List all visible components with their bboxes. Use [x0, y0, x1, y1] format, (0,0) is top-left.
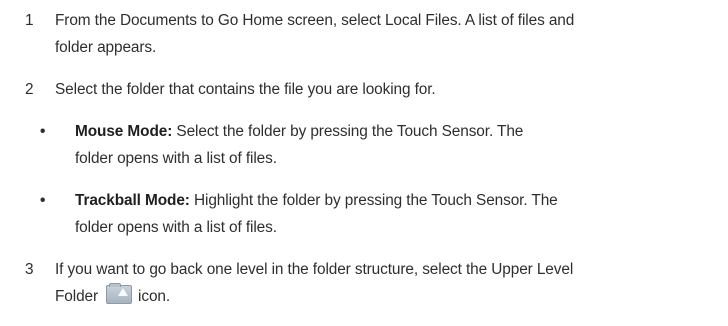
bullet-icon: •: [40, 123, 46, 140]
step-line-end: icon.: [138, 288, 171, 305]
bullet-icon: •: [40, 192, 46, 209]
step-text: Select the folder that contains the file…: [55, 76, 720, 103]
step-number: 2: [25, 81, 34, 98]
bullet-trackball-mode: • Trackball Mode: Highlight the folder b…: [0, 187, 673, 241]
step-number: 1: [25, 12, 34, 29]
step-3: 3 If you want to go back one level in th…: [0, 256, 728, 310]
step-1: 1 From the Documents to Go Home screen, …: [0, 7, 728, 61]
bullet-mouse-mode: • Mouse Mode: Select the folder by press…: [0, 118, 673, 172]
bullet-line: folder opens with a list of files.: [75, 219, 277, 236]
step-line-start: Folder: [55, 288, 99, 305]
bullet-line: Trackball Mode: Highlight the folder by …: [75, 187, 673, 214]
bullet-text: Mouse Mode: Select the folder by pressin…: [75, 118, 673, 172]
step-line: Select the folder that contains the file…: [55, 81, 436, 98]
step-number: 3: [25, 261, 34, 278]
step-line: Folder icon.: [55, 283, 720, 310]
bullet-text: Trackball Mode: Highlight the folder by …: [75, 187, 673, 241]
upper-level-folder-icon: [106, 283, 133, 304]
bullet-line-rest: Highlight the folder by pressing the Tou…: [189, 192, 558, 209]
bullet-line: folder opens with a list of files.: [75, 150, 277, 167]
bullet-line: Mouse Mode: Select the folder by pressin…: [75, 118, 673, 145]
instructions-document: 1 From the Documents to Go Home screen, …: [0, 0, 728, 326]
step-2: 2 Select the folder that contains the fi…: [0, 76, 728, 103]
bullet-term: Trackball Mode:: [75, 192, 190, 209]
step-line: If you want to go back one level in the …: [55, 261, 574, 278]
bullet-term: Mouse Mode:: [75, 123, 173, 140]
step-text: From the Documents to Go Home screen, se…: [55, 7, 720, 61]
step-text: If you want to go back one level in the …: [55, 256, 720, 310]
step-line: From the Documents to Go Home screen, se…: [55, 12, 575, 29]
bullet-line-rest: Select the folder by pressing the Touch …: [172, 123, 524, 140]
step-line: folder appears.: [55, 39, 157, 56]
